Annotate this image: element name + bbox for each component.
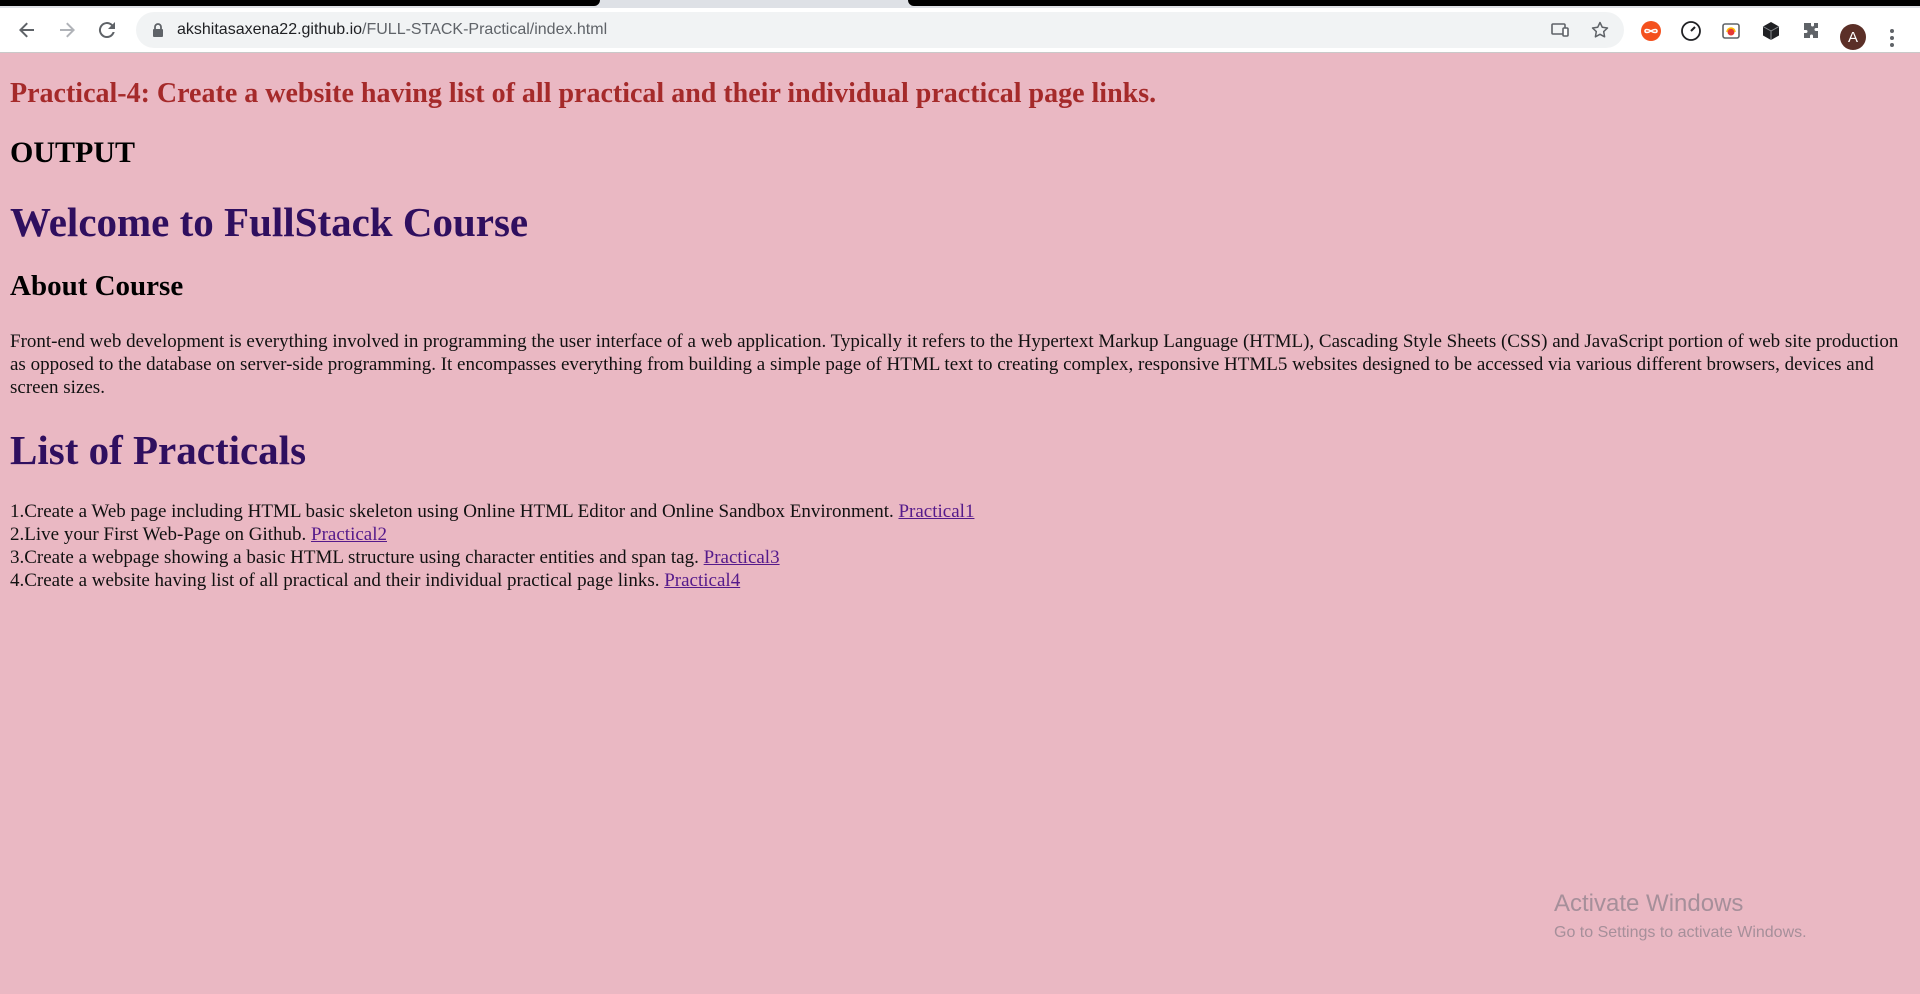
extension-infinity-icon bbox=[1641, 21, 1661, 41]
welcome-heading: Welcome to FullStack Course bbox=[10, 199, 529, 245]
practical4-link[interactable]: Practical4 bbox=[664, 570, 740, 591]
kebab-menu-icon[interactable] bbox=[1882, 26, 1902, 50]
practical1-link[interactable]: Practical1 bbox=[898, 501, 974, 522]
practical-description: 2.Live your First Web-Page on Github. bbox=[10, 524, 307, 545]
star-icon[interactable] bbox=[1590, 20, 1610, 40]
extensions-button[interactable] bbox=[1800, 20, 1822, 42]
tab-strip-segment bbox=[908, 0, 1920, 6]
reload-button[interactable] bbox=[92, 15, 122, 45]
practical-description: 4.Create a website having list of all pr… bbox=[10, 570, 660, 591]
cast-icon[interactable] bbox=[1550, 20, 1570, 40]
back-icon bbox=[19, 22, 34, 38]
lock-icon[interactable] bbox=[150, 22, 166, 38]
about-paragraph: Front-end web development is everything … bbox=[10, 331, 1899, 398]
forward-icon bbox=[60, 22, 75, 38]
extension-screenshot-button[interactable] bbox=[1720, 20, 1742, 42]
about-heading: About Course bbox=[10, 270, 184, 302]
practical-item-2: 2.Live your First Web-Page on Github. Pr… bbox=[10, 523, 974, 546]
extension-infinity-button[interactable] bbox=[1640, 20, 1662, 42]
practical-item-1: 1.Create a Web page including HTML basic… bbox=[10, 500, 974, 523]
puzzle-icon bbox=[1804, 23, 1818, 38]
practical2-link[interactable]: Practical2 bbox=[311, 524, 387, 545]
tab-strip bbox=[0, 0, 1920, 8]
page-content: Practical-4: Create a website having lis… bbox=[0, 54, 1920, 994]
practical-item-3: 3.Create a webpage showing a basic HTML … bbox=[10, 546, 974, 569]
practical-description: 1.Create a Web page including HTML basic… bbox=[10, 501, 894, 522]
extension-cube-button[interactable] bbox=[1760, 20, 1782, 42]
watermark-subtitle: Go to Settings to activate Windows. bbox=[1554, 924, 1807, 941]
address-bar[interactable]: akshitasaxena22.github.io/FULL-STACK-Pra… bbox=[136, 12, 1624, 48]
output-heading: OUTPUT bbox=[10, 136, 136, 169]
url-host: akshitasaxena22.github.io bbox=[177, 21, 363, 38]
extension-speedometer-icon bbox=[1681, 21, 1701, 41]
extension-speedometer-button[interactable] bbox=[1680, 20, 1702, 42]
extension-cube-icon bbox=[1762, 22, 1780, 40]
watermark-title: Activate Windows bbox=[1554, 890, 1744, 917]
browser-toolbar: akshitasaxena22.github.io/FULL-STACK-Pra… bbox=[0, 8, 1920, 53]
url-path: /FULL-STACK-Practical/index.html bbox=[362, 21, 608, 38]
practical-item-4: 4.Create a website having list of all pr… bbox=[10, 569, 974, 592]
practicals-list: 1.Create a Web page including HTML basic… bbox=[10, 500, 974, 592]
page-title: Practical-4: Create a website having lis… bbox=[10, 78, 1157, 109]
activate-windows-watermark: Activate Windows Go to Settings to activ… bbox=[1554, 890, 1807, 942]
profile-avatar[interactable]: A bbox=[1840, 24, 1866, 50]
extension-screenshot-icon bbox=[1722, 23, 1740, 39]
practicals-heading: List of Practicals bbox=[10, 427, 307, 473]
url-text[interactable]: akshitasaxena22.github.io/FULL-STACK-Pra… bbox=[177, 21, 607, 39]
practical3-link[interactable]: Practical3 bbox=[704, 547, 780, 568]
back-button[interactable] bbox=[12, 15, 42, 45]
tab-strip-segment bbox=[0, 0, 600, 6]
forward-button[interactable] bbox=[52, 15, 82, 45]
reload-icon bbox=[98, 22, 115, 39]
practical-description: 3.Create a webpage showing a basic HTML … bbox=[10, 547, 699, 568]
